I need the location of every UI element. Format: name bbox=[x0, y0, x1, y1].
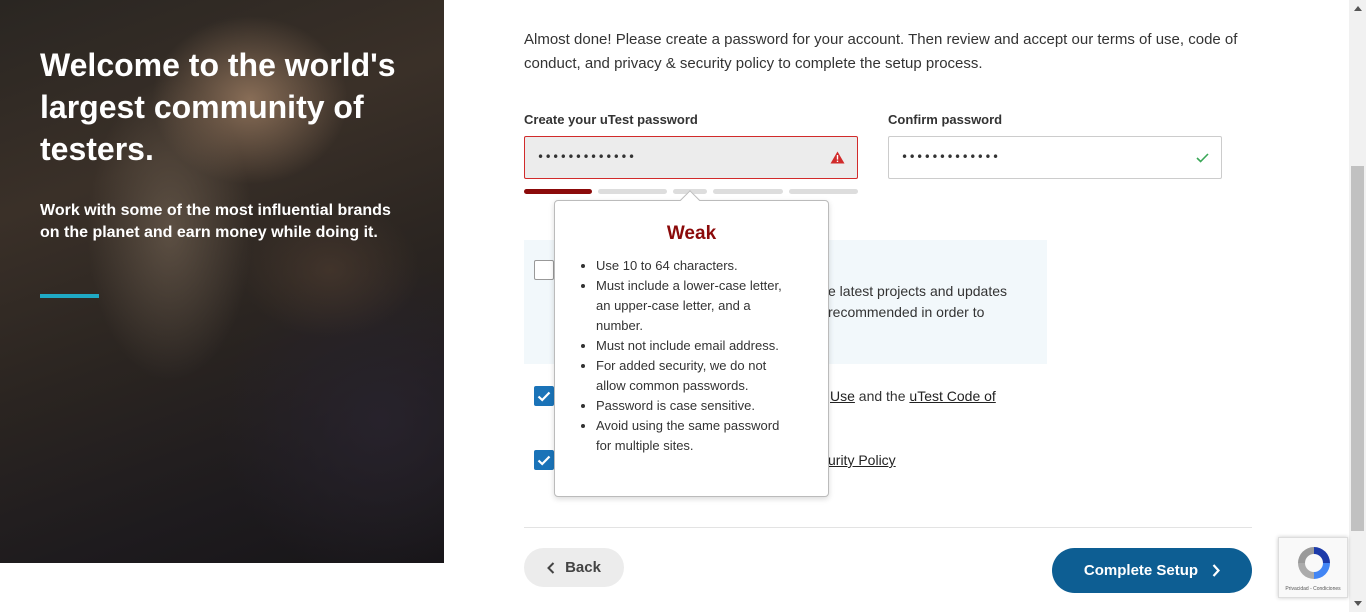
strength-segment bbox=[789, 189, 858, 194]
newsletter-checkbox[interactable] bbox=[534, 260, 554, 280]
hero-title: Welcome to the world's largest community… bbox=[40, 47, 396, 167]
privacy-checkbox[interactable] bbox=[534, 450, 554, 470]
complete-setup-button[interactable]: Complete Setup bbox=[1052, 548, 1252, 593]
checkmark-icon bbox=[1196, 137, 1209, 178]
code-of-conduct-link[interactable]: uTest Code of bbox=[909, 388, 995, 404]
warning-triangle-icon bbox=[830, 137, 845, 178]
confirm-password-value: ••••••••••••• bbox=[901, 150, 1000, 164]
hero-panel: Welcome to the world's largest community… bbox=[0, 0, 444, 563]
terms-checkbox[interactable] bbox=[534, 386, 554, 406]
password-rule: Avoid using the same password for multip… bbox=[596, 416, 796, 456]
scrollbar-thumb[interactable] bbox=[1351, 166, 1364, 531]
complete-setup-label: Complete Setup bbox=[1083, 562, 1199, 579]
recaptcha-footer[interactable]: Privacidad - Condiciones bbox=[1279, 586, 1347, 592]
confirm-password-label: Confirm password bbox=[888, 112, 1003, 127]
strength-segment bbox=[713, 189, 783, 194]
terms-of-use-link[interactable]: Use bbox=[830, 388, 855, 404]
password-rule: Must include a lower-case letter, an upp… bbox=[596, 276, 796, 336]
recaptcha-logo-icon bbox=[1298, 547, 1330, 579]
check-icon bbox=[537, 391, 551, 402]
accent-divider bbox=[40, 294, 99, 298]
password-rule: Password is case sensitive. bbox=[596, 396, 796, 416]
password-rule: For added security, we do not allow comm… bbox=[596, 356, 796, 396]
newsletter-consent-text: e latest projects and updates recommende… bbox=[828, 283, 1008, 320]
terms-text: Use and the uTest Code of bbox=[830, 386, 996, 406]
back-button[interactable]: Back bbox=[524, 548, 624, 587]
hero-subtitle: Work with some of the most influential b… bbox=[40, 202, 391, 241]
chevron-left-icon bbox=[547, 561, 555, 574]
privacy-text: urity Policy bbox=[828, 450, 896, 470]
tooltip-strength-title: Weak bbox=[666, 223, 717, 244]
scroll-down-arrow-icon[interactable] bbox=[1349, 595, 1366, 612]
privacy-security-policy-link[interactable]: urity Policy bbox=[828, 452, 896, 468]
recaptcha-badge[interactable]: Privacidad - Condiciones bbox=[1278, 537, 1348, 598]
check-icon bbox=[537, 455, 551, 466]
password-rules-list: Use 10 to 64 characters. Must include a … bbox=[596, 256, 796, 456]
back-button-label: Back bbox=[565, 559, 601, 576]
page-scrollbar[interactable] bbox=[1349, 0, 1366, 612]
password-rule: Must not include email address. bbox=[596, 336, 796, 356]
password-value: ••••••••••••• bbox=[537, 150, 636, 164]
intro-text: Almost done! Please create a password fo… bbox=[524, 31, 1238, 72]
password-field[interactable]: ••••••••••••• bbox=[524, 136, 858, 179]
chevron-right-icon bbox=[1212, 564, 1221, 577]
password-rules-tooltip: Weak Use 10 to 64 characters. Must inclu… bbox=[554, 190, 829, 497]
terms-and-text: and the bbox=[854, 388, 910, 404]
footer-divider bbox=[524, 527, 1252, 528]
confirm-password-field[interactable]: ••••••••••••• bbox=[888, 136, 1222, 179]
strength-segment bbox=[524, 189, 592, 194]
scroll-up-arrow-icon[interactable] bbox=[1349, 0, 1366, 17]
strength-segment bbox=[598, 189, 667, 194]
password-label: Create your uTest password bbox=[524, 112, 698, 127]
password-rule: Use 10 to 64 characters. bbox=[596, 256, 796, 276]
